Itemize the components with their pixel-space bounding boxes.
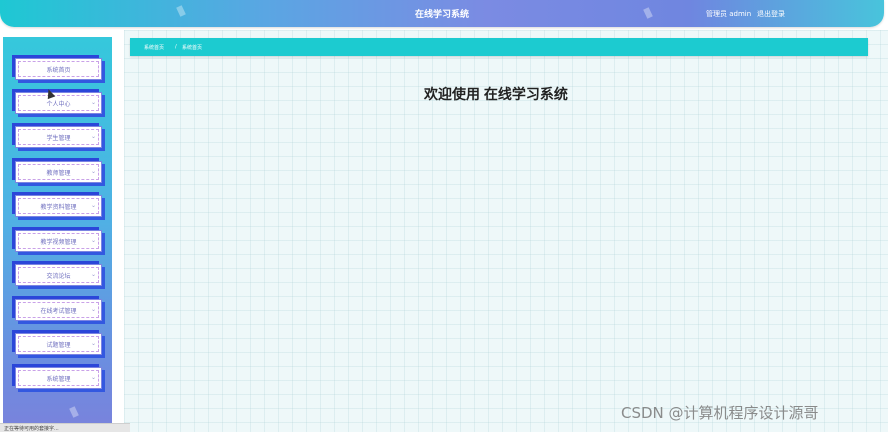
- menu-item-label: 学生管理: [46, 135, 71, 142]
- menu-item-label: 试题管理: [46, 342, 71, 349]
- menu-item-label: 个人中心: [46, 101, 71, 108]
- menu-item-label: 系统首页: [46, 67, 71, 74]
- top-header-bar: 在线学习系统 管理员 admin 退出登录: [0, 0, 884, 27]
- menu-item-student-management[interactable]: 学生管理 ⌄: [15, 126, 102, 148]
- breadcrumb-separator: /: [175, 44, 177, 50]
- menu-item-exam-management[interactable]: 在线考试管理 ⌄: [15, 299, 102, 321]
- menu-item-home[interactable]: 系统首页: [15, 58, 102, 80]
- current-user-label: 管理员 admin: [706, 10, 752, 18]
- menu-item-label: 教学资料管理: [40, 204, 77, 211]
- watermark-text: CSDN @计算机程序设计源哥: [621, 404, 819, 422]
- chevron-down-icon: ⌄: [90, 271, 96, 278]
- menu-item-system-management[interactable]: 系统管理 ⌄: [15, 367, 102, 389]
- menu-item-label: 系统管理: [46, 376, 71, 383]
- menu-item-materials-management[interactable]: 教学资料管理 ⌄: [15, 195, 102, 217]
- breadcrumb-home-link[interactable]: 系统首页: [144, 44, 164, 51]
- sidebar-decoration: [69, 406, 79, 418]
- welcome-heading: 欢迎使用 在线学习系统: [424, 86, 568, 102]
- breadcrumb-current: 系统首页: [182, 45, 203, 51]
- breadcrumb: 系统首页 / 系统首页: [130, 38, 868, 56]
- menu-item-forum[interactable]: 交流论坛 ⌄: [15, 264, 102, 286]
- logout-link[interactable]: 退出登录: [757, 9, 785, 19]
- app-title: 在线学习系统: [414, 10, 469, 20]
- menu-item-personal-center[interactable]: 个人中心 ⌄: [15, 92, 102, 114]
- menu-item-label: 教师管理: [46, 170, 71, 177]
- menu-item-label: 在线考试管理: [40, 308, 77, 315]
- chevron-down-icon: ⌄: [90, 306, 96, 313]
- chevron-down-icon: ⌄: [90, 340, 96, 347]
- sidebar-menu: 系统首页 个人中心 ⌄ 学生管理 ⌄ 教师管理 ⌄ 教学资料管理 ⌄ 教学视频管…: [3, 37, 112, 432]
- chevron-down-icon: ⌄: [90, 374, 96, 381]
- chevron-down-icon: ⌄: [90, 133, 96, 140]
- chevron-down-icon: ⌄: [90, 99, 96, 106]
- menu-item-question-management[interactable]: 试题管理 ⌄: [15, 333, 102, 355]
- chevron-down-icon: ⌄: [90, 168, 96, 175]
- chevron-down-icon: ⌄: [90, 237, 96, 244]
- menu-item-label: 交流论坛: [46, 273, 71, 280]
- menu-item-video-management[interactable]: 教学视频管理 ⌄: [15, 230, 102, 252]
- browser-status-bar: 正在等待可用的套接字...: [0, 423, 130, 432]
- menu-item-teacher-management[interactable]: 教师管理 ⌄: [15, 161, 102, 183]
- chevron-down-icon: ⌄: [90, 202, 96, 209]
- menu-item-label: 教学视频管理: [40, 239, 77, 246]
